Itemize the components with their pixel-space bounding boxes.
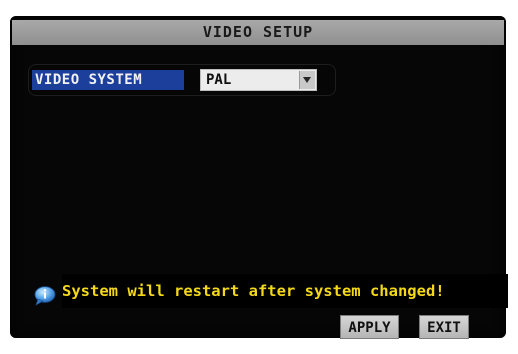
video-system-label[interactable]: VIDEO SYSTEM: [32, 70, 184, 90]
video-system-select[interactable]: PAL: [200, 69, 317, 91]
exit-button[interactable]: EXIT: [419, 315, 469, 339]
chevron-down-icon[interactable]: [299, 71, 315, 89]
dvr-screen: VIDEO SETUP VIDEO SYSTEM PAL System will…: [0, 0, 518, 354]
video-system-value: PAL: [206, 72, 232, 88]
dialog-title: VIDEO SETUP: [12, 20, 504, 45]
apply-button[interactable]: APPLY: [340, 315, 399, 339]
video-setup-dialog: VIDEO SETUP VIDEO SYSTEM PAL System will…: [10, 16, 508, 339]
restart-notice: System will restart after system changed…: [62, 274, 508, 308]
info-bubble-icon: [34, 286, 56, 306]
